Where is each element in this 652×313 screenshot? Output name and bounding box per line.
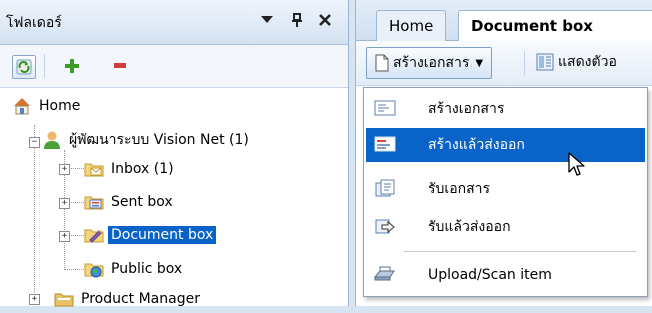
tree-item-document-box[interactable]: Document box — [84, 223, 217, 247]
show-columns-label: แสดงตัวอ — [558, 54, 617, 70]
menu-separator — [404, 251, 636, 252]
tree-item-inbox[interactable]: Inbox (1) — [84, 157, 177, 181]
tree-item-public-box[interactable]: Public box — [84, 257, 185, 281]
tree-item-product-manager[interactable]: Product Manager — [54, 287, 203, 311]
create-document-dropdown-button[interactable]: สร้างเอกสาร ▼ — [366, 47, 493, 79]
folder-pane-title: โฟลเดอร์ — [6, 15, 62, 31]
tree-item-home[interactable]: Home — [12, 94, 83, 118]
folder-icon — [54, 289, 74, 309]
receive-document-icon — [374, 179, 398, 199]
tab-label: Document box — [471, 17, 593, 35]
tree-item-label: ผู้พัฒนาระบบ Vision Net (1) — [69, 132, 249, 148]
menu-item-label: รับแล้วส่งออก — [428, 219, 511, 235]
receive-forward-icon — [374, 217, 398, 237]
create-send-icon — [374, 135, 398, 155]
expand-toggle[interactable]: + — [59, 164, 70, 175]
pane-menu-dropdown-icon[interactable] — [256, 9, 278, 31]
tree-item-label: Public box — [111, 261, 183, 277]
menu-item-create-and-send[interactable]: สร้างแล้วส่งออก — [366, 128, 645, 162]
home-icon — [12, 96, 32, 116]
menu-item-label: Upload/Scan item — [428, 267, 552, 283]
menu-item-create-document[interactable]: สร้างเอกสาร — [366, 92, 645, 126]
refresh-button[interactable] — [12, 55, 36, 79]
remove-folder-button[interactable] — [108, 55, 132, 77]
inbox-folder-icon — [84, 159, 104, 179]
document-folder-icon — [84, 225, 104, 245]
menu-item-upload-scan[interactable]: Upload/Scan item — [366, 258, 645, 292]
tab-label: Home — [389, 17, 434, 35]
tree-item-user[interactable]: ผู้พัฒนาระบบ Vision Net (1) — [42, 128, 252, 152]
tab-strip: Home Document box — [356, 0, 652, 42]
create-document-menu: สร้างเอกสาร สร้างแล้วส่งออก รับเอกสาร รั… — [363, 87, 648, 297]
refresh-icon — [16, 59, 32, 75]
user-icon — [42, 130, 62, 150]
menu-item-receive-document[interactable]: รับเอกสาร — [366, 172, 645, 206]
minus-icon — [114, 63, 126, 68]
document-toolbar: สร้างเอกสาร ▼ แสดงตัวอ — [356, 41, 652, 86]
mouse-pointer-icon — [568, 152, 586, 182]
create-document-label: สร้างเอกสาร — [393, 55, 470, 71]
tree-item-label: Inbox (1) — [111, 161, 174, 177]
close-icon[interactable] — [314, 9, 336, 31]
folder-pane: โฟลเดอร์ Home − ผู้พัฒนาระบบ Vision Net … — [0, 0, 349, 307]
tree-item-label: Home — [39, 98, 81, 114]
pin-icon[interactable] — [286, 9, 308, 31]
show-columns-button[interactable]: แสดงตัวอ — [536, 47, 617, 77]
public-folder-icon — [84, 259, 104, 279]
tree-item-label: Document box — [108, 226, 217, 244]
new-document-icon — [374, 99, 398, 119]
menu-item-label: สร้างแล้วส่งออก — [428, 137, 525, 153]
folder-pane-header: โฟลเดอร์ — [0, 0, 348, 45]
menu-item-receive-and-forward[interactable]: รับแล้วส่งออก — [366, 210, 645, 244]
menu-item-label: รับเอกสาร — [428, 181, 491, 197]
document-icon — [375, 54, 389, 72]
columns-icon — [536, 53, 554, 71]
add-folder-button[interactable] — [60, 55, 84, 77]
folder-toolbar — [0, 45, 348, 88]
collapse-toggle[interactable]: − — [29, 137, 40, 148]
chevron-down-icon: ▼ — [475, 57, 484, 69]
tree-item-label: Product Manager — [81, 291, 200, 307]
tab-document-box[interactable]: Document box — [458, 10, 652, 42]
menu-item-label: สร้างเอกสาร — [428, 101, 505, 117]
sent-folder-icon — [84, 192, 104, 212]
plus-icon — [65, 59, 79, 73]
tree-item-label: Sent box — [111, 194, 173, 210]
scanner-icon — [373, 265, 398, 285]
tree-item-sent-box[interactable]: Sent box — [84, 190, 176, 214]
expand-toggle[interactable]: + — [59, 198, 70, 209]
tab-home[interactable]: Home — [376, 10, 447, 41]
expand-toggle[interactable]: + — [29, 294, 40, 305]
expand-toggle[interactable]: + — [59, 231, 70, 242]
